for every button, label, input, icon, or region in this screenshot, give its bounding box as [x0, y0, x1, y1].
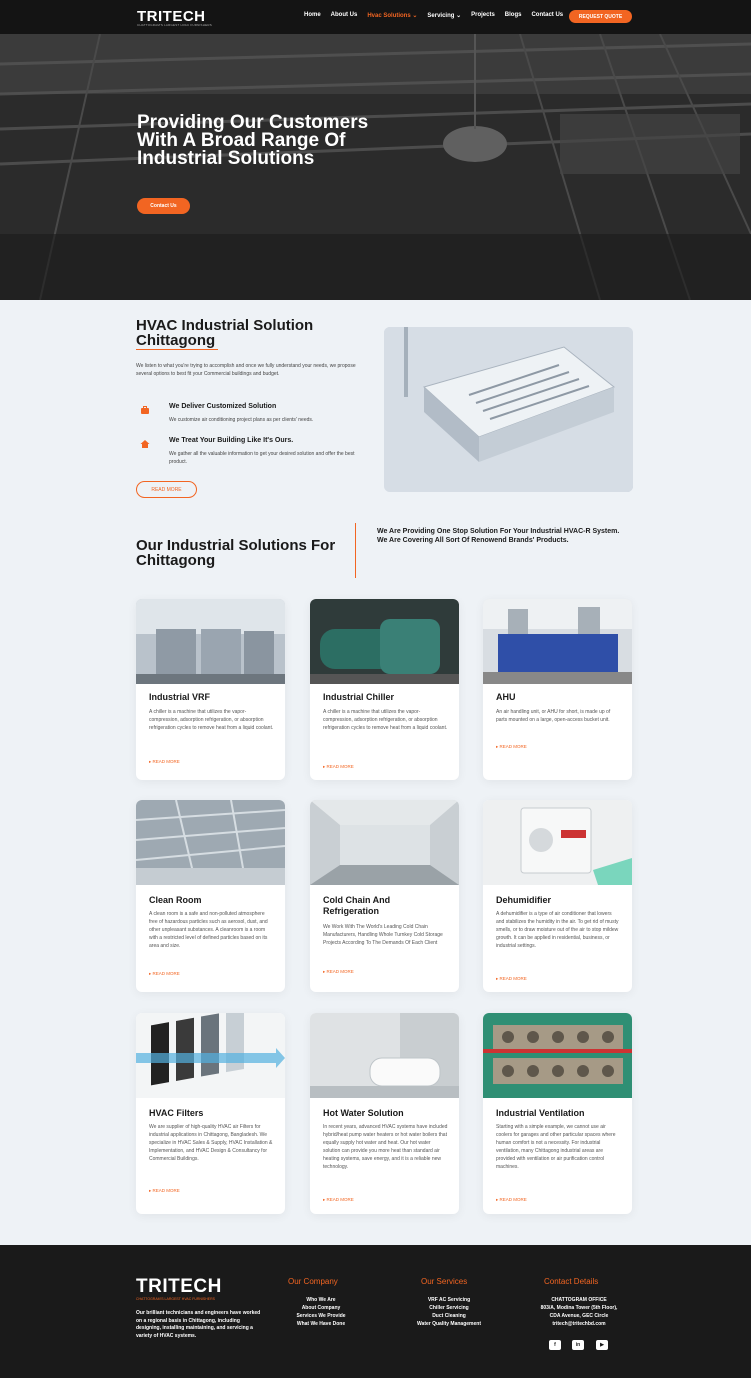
card-title: Industrial VRF — [149, 692, 211, 702]
feature-title: We Treat Your Building Like It's Ours. — [169, 437, 294, 444]
footer-about-text: Our brilliant technicians and engineers … — [136, 1310, 261, 1339]
footer-link[interactable]: Who We Are — [278, 1296, 364, 1304]
ceiling-diffuser-image — [384, 327, 633, 492]
card-read-more-link[interactable]: READ MORE — [149, 971, 180, 977]
footer-link[interactable]: Services We Provide — [278, 1312, 364, 1320]
card-text: A dehumidifier is a type of air conditio… — [496, 911, 619, 949]
solutions-title: Our Industrial Solutions For Chittagong — [136, 537, 336, 569]
intro-title: HVAC Industrial Solution Chittagong — [136, 317, 314, 349]
address-line: CDA Avenue, GEC Circle — [549, 1313, 609, 1319]
cold-storage-image — [310, 800, 459, 885]
footer-heading-company: Our Company — [288, 1277, 338, 1286]
footer-contact-info: CHATTOGRAM OFFICE 803/A, Modina Tower (5… — [524, 1296, 634, 1328]
card-text: Starting with a simple example, we canno… — [496, 1124, 616, 1170]
card-title: Cold Chain And Refrigeration — [323, 895, 391, 916]
footer-heading-services: Our Services — [421, 1277, 468, 1286]
card-title: AHU — [496, 692, 516, 702]
card-title: Industrial Ventilation — [496, 1108, 585, 1118]
request-quote-button[interactable]: REQUEST QUOTE — [569, 10, 632, 23]
nav-link-about[interactable]: About Us — [331, 12, 358, 19]
solutions-subtitle: We Are Providing One Stop Solution For Y… — [377, 528, 620, 544]
read-more-button[interactable]: READ MORE — [136, 481, 197, 498]
nav-link-projects[interactable]: Projects — [471, 12, 495, 19]
footer-logo[interactable]: TRITECH — [136, 1276, 222, 1298]
card-title: Hot Water Solution — [323, 1108, 404, 1118]
card-text: A clean room is a safe and non-polluted … — [149, 911, 268, 949]
email-link[interactable]: tritech@tritechbd.com — [524, 1320, 634, 1328]
clean-room-image — [136, 800, 285, 885]
card-text: In recent years, advanced HVAC systems h… — [323, 1124, 448, 1170]
footer-link[interactable]: Chiller Servicing — [404, 1304, 494, 1312]
bathtub-image — [310, 1013, 459, 1098]
home-icon — [140, 439, 150, 449]
footer-link[interactable]: About Company — [278, 1304, 364, 1312]
linkedin-icon[interactable]: in — [572, 1340, 584, 1350]
nav-link-blogs[interactable]: Blogs — [505, 12, 522, 19]
nav-link-servicing[interactable]: Servicing ⌄ — [427, 12, 461, 19]
intro-text: We listen to what you're trying to accom… — [136, 363, 356, 377]
solution-card-cold-chain[interactable]: Cold Chain And Refrigeration We Work Wit… — [310, 800, 459, 992]
filters-image — [136, 1013, 285, 1098]
card-read-more-link[interactable]: READ MORE — [496, 744, 527, 750]
vrf-image — [136, 599, 285, 684]
card-title: HVAC Filters — [149, 1108, 204, 1118]
nav-links: Home About Us Hvac Solutions ⌄ Servicing… — [304, 12, 563, 19]
card-text: We are supplier of high-quality HVAC air… — [149, 1124, 273, 1162]
card-text: A chiller is a machine that utilizes the… — [323, 709, 448, 731]
facebook-icon[interactable]: f — [549, 1340, 561, 1350]
card-text: An air handling unit, or AHU for short, … — [496, 709, 611, 723]
footer-link[interactable]: VRF AC Servicing — [404, 1296, 494, 1304]
hero-title: Providing Our Customers With A Broad Ran… — [137, 112, 369, 169]
solution-card-industrial-ventilation[interactable]: Industrial Ventilation Starting with a s… — [483, 1013, 632, 1214]
hero-banner: Providing Our Customers With A Broad Ran… — [0, 34, 751, 300]
footer-link[interactable]: Water Quality Management — [404, 1320, 494, 1328]
site-footer — [0, 1245, 751, 1378]
nav-link-hvac-solutions[interactable]: Hvac Solutions ⌄ — [367, 12, 417, 19]
hero-contact-button[interactable]: Contact Us — [137, 198, 190, 214]
top-navbar: TRITECH CHATTOGRAM'S LARGEST HVAC FURNIS… — [0, 0, 751, 34]
card-title: Dehumidifier — [496, 895, 552, 905]
card-read-more-link[interactable]: READ MORE — [496, 1197, 527, 1203]
card-read-more-link[interactable]: READ MORE — [149, 759, 180, 765]
footer-company-links: Who We Are About Company Services We Pro… — [278, 1296, 364, 1328]
footer-link[interactable]: What We Have Done — [278, 1320, 364, 1328]
dehumidifier-image — [483, 800, 632, 885]
feature-text: We gather all the valuable information t… — [169, 451, 355, 465]
card-read-more-link[interactable]: READ MORE — [149, 1188, 180, 1194]
solution-card-industrial-vrf[interactable]: Industrial VRF A chiller is a machine th… — [136, 599, 285, 780]
card-text: A chiller is a machine that utilizes the… — [149, 709, 274, 731]
card-read-more-link[interactable]: READ MORE — [323, 764, 354, 770]
nav-link-home[interactable]: Home — [304, 12, 321, 19]
solution-card-clean-room[interactable]: Clean Room A clean room is a safe and no… — [136, 800, 285, 992]
toolbox-icon — [140, 405, 150, 415]
card-read-more-link[interactable]: READ MORE — [323, 969, 354, 975]
ahu-image — [483, 599, 632, 684]
office-label: CHATTOGRAM OFFICE — [551, 1297, 607, 1303]
card-title: Industrial Chiller — [323, 692, 395, 702]
solution-card-dehumidifier[interactable]: Dehumidifier A dehumidifier is a type of… — [483, 800, 632, 992]
footer-services-links: VRF AC Servicing Chiller Servicing Duct … — [404, 1296, 494, 1328]
footer-logo-tagline: CHATTOGRAM'S LARGEST HVAC FURNISHERS — [136, 1297, 215, 1301]
footer-link[interactable]: Duct Cleaning — [404, 1312, 494, 1320]
card-title: Clean Room — [149, 895, 202, 905]
feature-title: We Deliver Customized Solution — [169, 403, 277, 410]
title-underline — [136, 349, 218, 350]
logo-tagline: CHATTOGRAM'S LARGEST HVAC FURNISHERS — [137, 23, 212, 27]
divider — [355, 523, 356, 578]
solution-card-industrial-chiller[interactable]: Industrial Chiller A chiller is a machin… — [310, 599, 459, 780]
card-read-more-link[interactable]: READ MORE — [323, 1197, 354, 1203]
card-read-more-link[interactable]: READ MORE — [496, 976, 527, 982]
solution-card-ahu[interactable]: AHU An air handling unit, or AHU for sho… — [483, 599, 632, 780]
solution-card-hvac-filters[interactable]: HVAC Filters We are supplier of high-qua… — [136, 1013, 285, 1214]
footer-heading-contact: Contact Details — [544, 1277, 599, 1286]
ventilation-image — [483, 1013, 632, 1098]
youtube-icon[interactable]: ▶ — [596, 1340, 608, 1350]
nav-link-contact[interactable]: Contact Us — [531, 12, 563, 19]
address-line: 803/A, Modina Tower (5th Floor), — [540, 1305, 618, 1311]
feature-text: We customize air conditioning project pl… — [169, 417, 314, 423]
chiller-image — [310, 599, 459, 684]
solution-card-hot-water[interactable]: Hot Water Solution In recent years, adva… — [310, 1013, 459, 1214]
card-text: We Work With The World's Leading Cold Ch… — [323, 924, 443, 946]
